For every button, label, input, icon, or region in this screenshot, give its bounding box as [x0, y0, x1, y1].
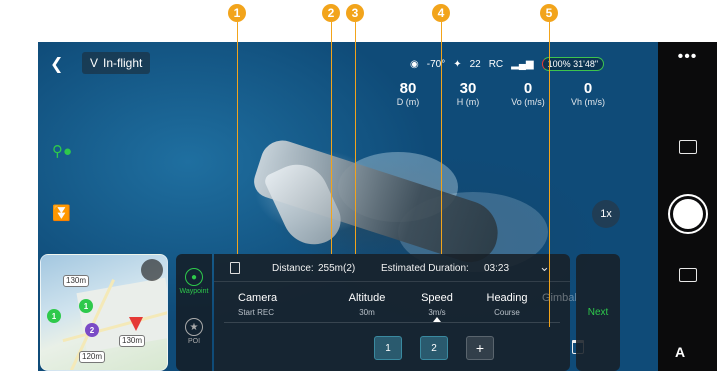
param-name: Camera: [238, 292, 278, 304]
signal-bars-icon: ▂▄▆: [511, 58, 534, 70]
waypoint-button-2[interactable]: 2: [420, 336, 448, 360]
telemetry-label: Vh (m/s): [570, 97, 605, 107]
gallery-icon[interactable]: [679, 140, 697, 154]
tab-waypoint-label: Waypoint: [179, 288, 209, 295]
photo-settings-icon[interactable]: [679, 268, 697, 282]
shutter-button[interactable]: [668, 194, 708, 234]
telemetry-value: 0: [583, 80, 593, 97]
mode-prefix: V: [90, 56, 99, 70]
param-divider: [224, 322, 560, 323]
param-value: Course: [494, 308, 520, 317]
satellite-count: 22: [469, 58, 481, 70]
next-button[interactable]: Next: [576, 254, 620, 371]
aircraft-arrow-icon: [129, 317, 143, 331]
distance-value: 255m(2): [318, 263, 356, 274]
rc-signal-label: RC: [488, 58, 504, 70]
waypoint-button-1[interactable]: 1: [374, 336, 402, 360]
route-summary: Distance: 255m(2) Estimated Duration: 03…: [214, 254, 570, 282]
param-altitude[interactable]: Altitude 30m: [332, 292, 402, 318]
flight-mode-pill[interactable]: V In-flight: [82, 52, 151, 74]
tab-poi[interactable]: ★ POI: [176, 318, 212, 345]
telemetry-value: 30: [459, 80, 477, 97]
map-home-pin[interactable]: 1: [47, 309, 61, 323]
telemetry-label: D (m): [396, 97, 420, 107]
leader-4: [441, 22, 442, 254]
duration-label: Estimated Duration:: [381, 263, 469, 274]
callout-1: 1: [228, 4, 246, 22]
leader-3: [355, 22, 356, 254]
map-waypoint-pin[interactable]: 2: [85, 323, 99, 337]
telemetry-height: 30 H (m): [438, 80, 498, 108]
telemetry-label: H (m): [456, 97, 480, 107]
telemetry-row: 80 D (m) 30 H (m) 0 Vo (m/s) 0 Vh (m/s): [378, 80, 618, 108]
tab-waypoint[interactable]: ● Waypoint: [176, 268, 212, 295]
waypoint-icon: ●: [185, 268, 203, 286]
duration-value: 03:23: [484, 263, 510, 274]
waypoint-panel: Distance: 255m(2) Estimated Duration: 03…: [214, 254, 584, 371]
drone-app-screen: ❮ V In-flight ◉ -70° ✦ 22 RC ▂▄▆ 100% 31…: [38, 42, 717, 371]
status-row: ◉ -70° ✦ 22 RC ▂▄▆ 100% 31'48": [410, 57, 605, 71]
callout-2: 2: [322, 4, 340, 22]
back-arrow-icon[interactable]: ❮: [50, 54, 63, 74]
param-speed[interactable]: Speed 3m/s: [402, 292, 472, 318]
map-height-label: 130m: [63, 275, 90, 287]
add-waypoint-button[interactable]: +: [466, 336, 494, 360]
route-file-icon[interactable]: [230, 262, 240, 274]
param-heading[interactable]: Heading Course: [472, 292, 542, 318]
map-height-label: 120m: [79, 351, 106, 363]
param-value: Start REC: [238, 308, 275, 317]
param-name: Heading: [486, 292, 528, 304]
shutter-inner: [673, 199, 703, 229]
obstacle-sensing-icon: ◉: [410, 58, 419, 70]
more-options-icon[interactable]: •••: [678, 48, 698, 66]
mini-map[interactable]: 130m 120m 130m 1 2 1: [40, 254, 168, 371]
param-name: Altitude: [348, 292, 386, 304]
selected-caret-icon: [433, 317, 441, 322]
waypoint-side-tabs: ● Waypoint ★ POI: [176, 254, 212, 371]
distance-label: Distance:: [272, 263, 314, 274]
leader-2: [331, 22, 332, 254]
callout-5: 5: [540, 4, 558, 22]
leader-5: [549, 22, 550, 327]
param-camera[interactable]: Camera Start REC: [238, 292, 298, 318]
mode-label: In-flight: [103, 56, 143, 70]
map-waypoint-pin[interactable]: 1: [79, 299, 93, 313]
map-height-label: 130m: [119, 335, 146, 347]
callout-4: 4: [432, 4, 450, 22]
waypoint-route-icon[interactable]: ⚲●: [52, 142, 72, 160]
temperature-readout: -70°: [426, 58, 446, 70]
telemetry-distance: 80 D (m): [378, 80, 438, 108]
leader-1: [237, 22, 238, 254]
zoom-button[interactable]: 1x: [592, 200, 620, 228]
takeoff-landing-icon[interactable]: ⏬: [52, 204, 71, 222]
camera-mode-auto[interactable]: A: [675, 344, 685, 360]
param-name: Speed: [421, 292, 453, 304]
camera-control-strip: ••• A: [658, 42, 717, 371]
tab-poi-label: POI: [187, 338, 201, 345]
telemetry-value: 80: [399, 80, 417, 97]
satellite-icon: ✦: [453, 58, 462, 70]
compass-icon: [141, 259, 163, 281]
param-value: 30m: [359, 308, 375, 317]
telemetry-horizontal-speed: 0 Vh (m/s): [558, 80, 618, 108]
poi-icon: ★: [185, 318, 203, 336]
battery-indicator: 100% 31'48": [541, 57, 605, 71]
callout-3: 3: [346, 4, 364, 22]
